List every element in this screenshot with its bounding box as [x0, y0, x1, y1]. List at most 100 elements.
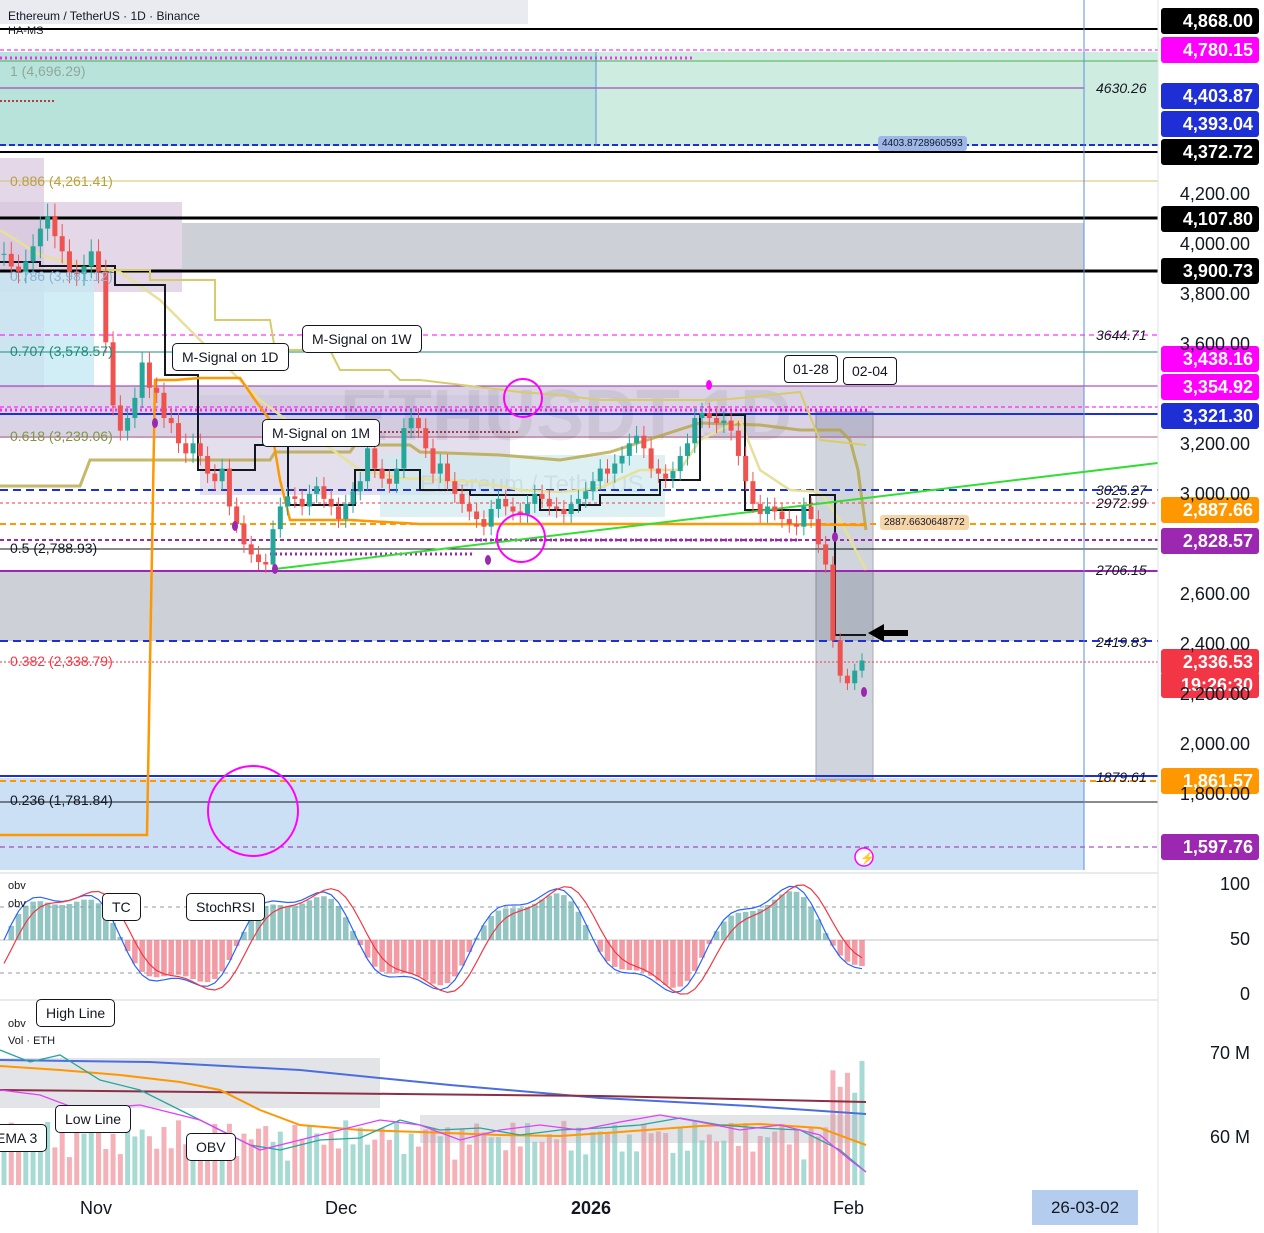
candle — [263, 562, 269, 565]
volume-bar — [757, 1136, 763, 1185]
stoch-bar — [677, 940, 684, 987]
candle — [88, 251, 94, 267]
indicator-label: HA-MS — [8, 25, 44, 37]
stoch-bar — [212, 940, 218, 979]
callout-high-line: High Line — [36, 999, 116, 1027]
volume-bar — [379, 1128, 385, 1185]
candle — [837, 640, 843, 676]
candle — [583, 491, 589, 499]
stoch-bar — [161, 940, 167, 977]
price-tag: 3,354.92 — [1161, 374, 1259, 400]
stoch-bar — [197, 940, 204, 982]
blue-zone-bottom — [0, 778, 1084, 870]
volume-bar — [321, 1144, 327, 1185]
volume-bar — [1, 1150, 7, 1185]
tag-4403: 4403.8728960593 — [878, 136, 967, 151]
candle — [285, 496, 291, 507]
candle — [844, 675, 850, 684]
candle — [415, 418, 421, 429]
stoch-bar — [95, 903, 102, 940]
candle — [176, 423, 182, 444]
volume-bar — [539, 1141, 545, 1185]
volume-bar — [583, 1154, 589, 1185]
price-axis-label: 2,000.00 — [1179, 734, 1250, 754]
level-label: 1879.61 — [1096, 769, 1147, 785]
volume-bar — [277, 1131, 283, 1185]
volume-bar — [750, 1151, 756, 1185]
fib-label: 0.618 (3,239.06) — [10, 428, 113, 444]
stoch-bar — [561, 895, 567, 940]
stoch-bar — [30, 901, 36, 940]
stoch-bar — [539, 899, 545, 940]
volume-bar — [292, 1124, 298, 1185]
stoch-bar — [553, 893, 560, 940]
price-axis-label: 3,600.00 — [1179, 334, 1250, 354]
candle — [539, 493, 545, 499]
symbol-title: Ethereum / TetherUS · 1D · Binance — [8, 9, 200, 23]
volume-bar — [801, 1159, 807, 1185]
date-label-0204: 02-04 — [843, 357, 897, 385]
volume-bar — [306, 1125, 312, 1185]
price-chart[interactable]: ETHUSDT 1D Ethereum / TetherUS ⚡ — [0, 0, 1264, 1233]
candle — [735, 430, 741, 456]
stoch-bar — [728, 915, 734, 940]
candle — [663, 473, 669, 479]
candle — [757, 503, 763, 515]
stoch-bar — [386, 940, 393, 974]
candle — [714, 418, 720, 424]
candle — [255, 554, 261, 563]
stoch-bar — [575, 911, 582, 940]
stoch-bar — [146, 940, 153, 977]
stoch-bar — [284, 905, 291, 940]
candle — [241, 524, 247, 545]
stoch-bar — [66, 903, 73, 940]
price-tag: 4,393.04 — [1161, 111, 1259, 137]
candle — [459, 493, 465, 504]
fib-label: 0.786 (3,981.12) — [10, 268, 113, 284]
volume-bar — [234, 1156, 240, 1185]
price-tag: 3,900.73 — [1161, 258, 1259, 284]
candle — [197, 443, 203, 456]
stoch-bar — [73, 901, 80, 940]
candle — [168, 418, 174, 424]
volume-bar — [554, 1139, 560, 1185]
stoch-bar — [430, 940, 436, 984]
candle — [808, 506, 814, 520]
stoch-bar — [786, 891, 793, 940]
volume-bar — [103, 1148, 109, 1185]
price-axis-label: 3,800.00 — [1179, 284, 1250, 304]
volume-bar — [815, 1136, 821, 1185]
candle — [852, 670, 858, 684]
candle — [59, 236, 65, 252]
candle — [401, 428, 407, 469]
stoch-legend-2: obv — [8, 898, 26, 910]
volume-bar — [161, 1127, 167, 1185]
candle — [219, 468, 225, 482]
price-tag: 4,403.87 — [1161, 83, 1259, 109]
volume-bar — [670, 1152, 676, 1185]
candle — [52, 215, 58, 237]
volume-bar — [437, 1136, 443, 1185]
volume-bar — [350, 1144, 356, 1185]
volume-bar — [408, 1133, 414, 1185]
candle — [205, 455, 211, 474]
stoch-bar — [452, 940, 458, 977]
candle — [226, 468, 232, 507]
level-label: 4630.26 — [1096, 80, 1147, 96]
fib-zone-top — [0, 52, 596, 146]
candle — [823, 544, 829, 565]
volume-bar — [343, 1120, 349, 1185]
price-tag: 4,372.72 — [1161, 139, 1259, 165]
stoch-bar — [408, 940, 414, 974]
stoch-bar — [342, 917, 349, 940]
candle — [146, 362, 152, 388]
volume-bar — [335, 1148, 341, 1185]
candle — [605, 468, 611, 474]
stoch-bar — [502, 908, 509, 940]
stoch-tick-100: 100 — [1219, 874, 1250, 894]
candle — [292, 496, 298, 499]
stoch-bar — [248, 919, 255, 940]
candle — [648, 448, 654, 469]
volume-bar — [110, 1133, 116, 1185]
volume-bar — [634, 1151, 640, 1185]
